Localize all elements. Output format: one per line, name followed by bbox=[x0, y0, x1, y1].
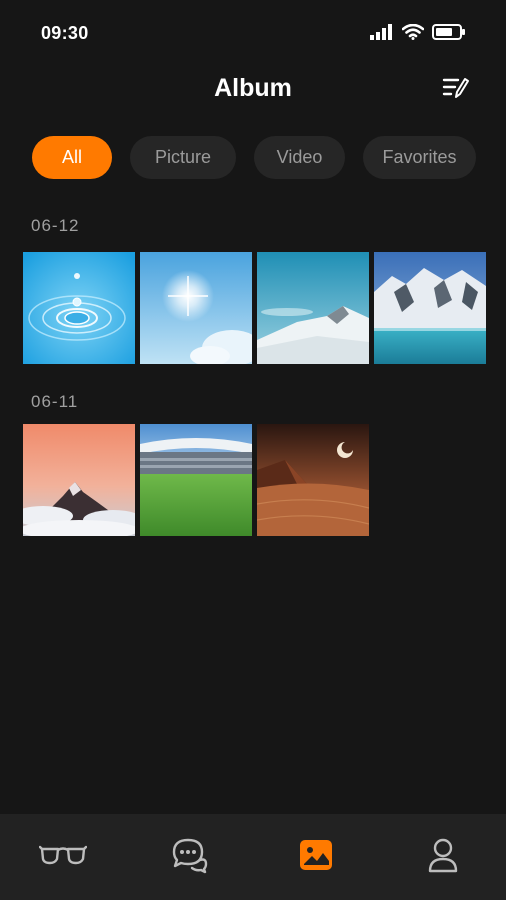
filter-picture[interactable]: Picture bbox=[130, 136, 236, 179]
tab-album[interactable] bbox=[253, 814, 380, 900]
photo-stadium[interactable] bbox=[140, 424, 252, 536]
filter-chips: All Picture Video Favorites bbox=[32, 136, 476, 179]
photo-sun-sky[interactable] bbox=[140, 252, 252, 364]
chat-icon bbox=[170, 836, 210, 879]
photo-grid bbox=[23, 252, 486, 364]
filter-all[interactable]: All bbox=[32, 136, 112, 179]
status-time: 09:30 bbox=[41, 23, 89, 43]
filter-favorites[interactable]: Favorites bbox=[363, 136, 476, 179]
tab-chat[interactable] bbox=[127, 814, 254, 900]
photo-desert-pyramid[interactable] bbox=[257, 424, 369, 536]
photo-grid bbox=[23, 424, 369, 536]
glasses-icon bbox=[39, 842, 88, 873]
status-icons bbox=[370, 23, 466, 45]
status-bar: 09:30 bbox=[0, 0, 506, 66]
bottom-tab-bar bbox=[0, 814, 506, 900]
tab-glasses[interactable] bbox=[0, 814, 127, 900]
signal-icon bbox=[370, 24, 394, 45]
photo-snowy-mountain[interactable] bbox=[257, 252, 369, 364]
profile-icon bbox=[427, 837, 459, 878]
wifi-icon bbox=[401, 23, 425, 45]
album-icon bbox=[299, 839, 333, 876]
photo-water-drop[interactable] bbox=[23, 252, 135, 364]
battery-icon bbox=[432, 24, 466, 45]
photo-mountain-peak[interactable] bbox=[23, 424, 135, 536]
photo-glacier-lake[interactable] bbox=[374, 252, 486, 364]
page-title: Album bbox=[214, 74, 292, 102]
section-date: 06-11 bbox=[31, 392, 79, 411]
header: Album bbox=[0, 66, 506, 116]
edit-list-icon bbox=[442, 76, 470, 105]
section-date: 06-12 bbox=[31, 216, 80, 235]
filter-video[interactable]: Video bbox=[254, 136, 345, 179]
tab-profile[interactable] bbox=[380, 814, 506, 900]
edit-button[interactable] bbox=[440, 74, 472, 106]
